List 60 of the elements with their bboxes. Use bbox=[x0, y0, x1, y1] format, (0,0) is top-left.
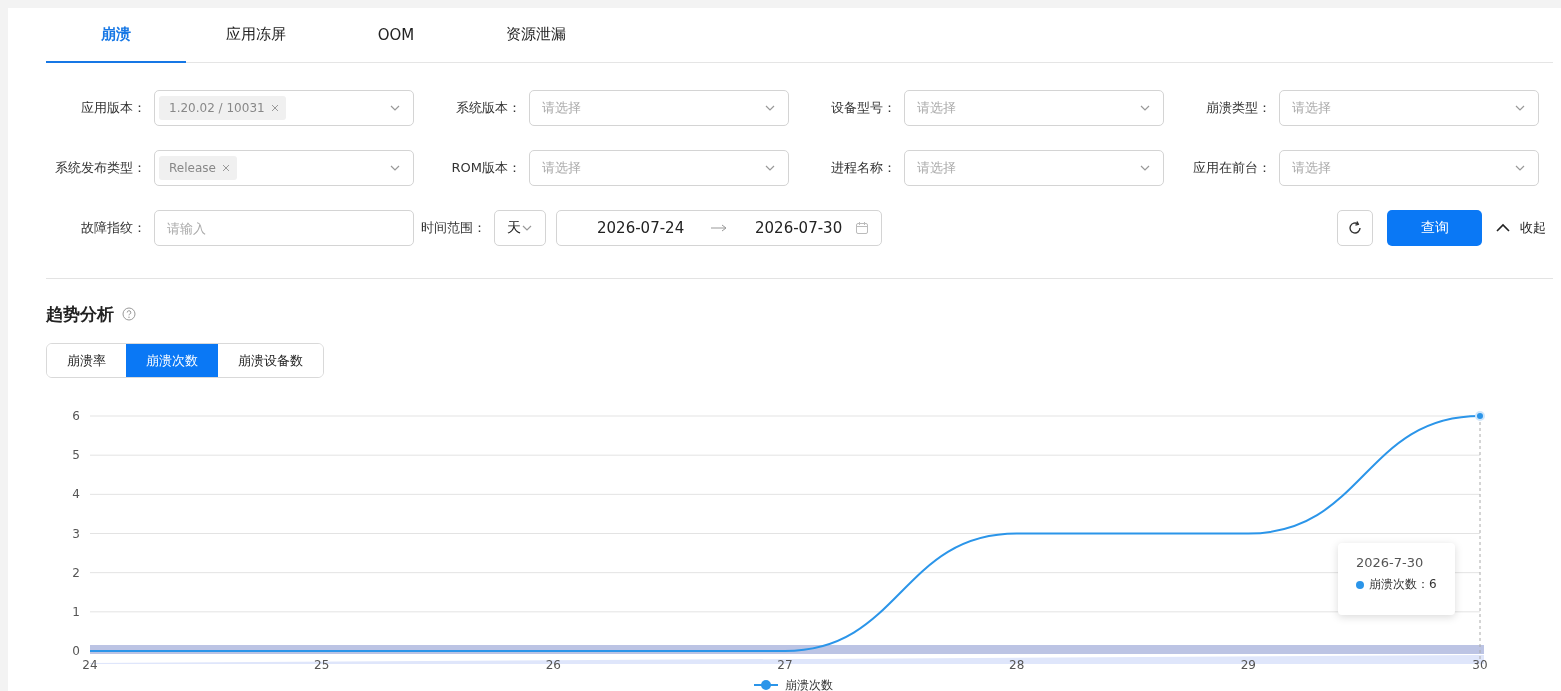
field-label: 系统发布类型： bbox=[54, 159, 146, 177]
input-field[interactable]: 请输入 bbox=[154, 210, 414, 246]
x-tick-label: 25 bbox=[314, 658, 330, 672]
select-field[interactable]: 请选择 bbox=[904, 90, 1164, 126]
x-tick-label: 28 bbox=[1009, 658, 1025, 672]
field-label: 时间范围： bbox=[421, 219, 486, 237]
legend-label[interactable]: 崩溃次数 bbox=[785, 678, 833, 691]
y-tick-label: 2 bbox=[72, 565, 80, 580]
tab[interactable]: OOM bbox=[326, 8, 466, 63]
chevron-up-icon bbox=[1496, 223, 1510, 233]
x-tick-label: 24 bbox=[82, 658, 98, 672]
x-tick-label: 29 bbox=[1240, 658, 1256, 672]
tooltip-value: 崩溃次数：6 bbox=[1369, 576, 1437, 593]
field-label: 设备型号： bbox=[830, 99, 896, 117]
field-label: 应用版本： bbox=[80, 99, 146, 117]
help-icon[interactable] bbox=[122, 307, 136, 321]
select-field[interactable]: 请选择 bbox=[1279, 150, 1539, 186]
y-tick-label: 4 bbox=[72, 487, 80, 502]
field-label: 故障指纹： bbox=[80, 219, 146, 237]
select-field[interactable]: 请选择 bbox=[529, 150, 789, 186]
select-field[interactable]: 请选择 bbox=[1279, 90, 1539, 126]
calendar-icon bbox=[855, 221, 869, 235]
x-tick-label: 27 bbox=[777, 658, 793, 672]
select-field[interactable]: 请选择 bbox=[904, 150, 1164, 186]
select-field[interactable]: 请选择 bbox=[529, 90, 789, 126]
y-tick-label: 5 bbox=[72, 448, 80, 463]
query-button[interactable]: 查询 bbox=[1387, 210, 1482, 246]
tab[interactable]: 崩溃 bbox=[46, 8, 186, 63]
field-label: ROM版本： bbox=[450, 159, 521, 177]
refresh-icon bbox=[1347, 220, 1363, 236]
date-range-field[interactable]: 2026-07-24 2026-07-30 bbox=[556, 210, 882, 246]
y-tick-label: 6 bbox=[72, 409, 80, 423]
tab[interactable]: 资源泄漏 bbox=[466, 8, 606, 63]
y-tick-label: 3 bbox=[72, 526, 80, 541]
tooltip-title: 2026-7-30 bbox=[1356, 555, 1425, 570]
zoom-slider[interactable] bbox=[90, 645, 1484, 654]
refresh-button[interactable] bbox=[1337, 210, 1373, 246]
y-tick-label: 0 bbox=[72, 644, 80, 658]
select-field[interactable]: Release bbox=[154, 150, 414, 186]
legend-marker[interactable] bbox=[753, 680, 779, 690]
selected-tag: 1.20.02 / 10031 bbox=[159, 96, 286, 120]
field-label: 系统版本： bbox=[455, 99, 521, 117]
data-point bbox=[1475, 411, 1485, 421]
unit-select[interactable]: 天 bbox=[494, 210, 546, 246]
close-icon[interactable] bbox=[270, 104, 279, 112]
field-label: 应用在前台： bbox=[1192, 159, 1271, 177]
field-label: 崩溃类型： bbox=[1205, 99, 1271, 117]
select-field[interactable]: 1.20.02 / 10031 bbox=[154, 90, 414, 126]
metric-tab[interactable]: 崩溃次数 bbox=[126, 344, 218, 377]
selected-tag: Release bbox=[159, 156, 237, 180]
field-label: 进程名称： bbox=[830, 159, 896, 177]
tab[interactable]: 应用冻屏 bbox=[186, 8, 326, 63]
x-tick-label: 30 bbox=[1472, 658, 1488, 672]
section-title: 趋势分析 bbox=[46, 302, 114, 326]
collapse-button[interactable]: 收起 bbox=[1496, 219, 1546, 237]
x-tick-label: 26 bbox=[545, 658, 561, 672]
tooltip-marker bbox=[1356, 580, 1364, 589]
arrow-right-icon bbox=[711, 224, 727, 232]
y-tick-label: 1 bbox=[72, 604, 80, 619]
close-icon[interactable] bbox=[221, 164, 230, 172]
